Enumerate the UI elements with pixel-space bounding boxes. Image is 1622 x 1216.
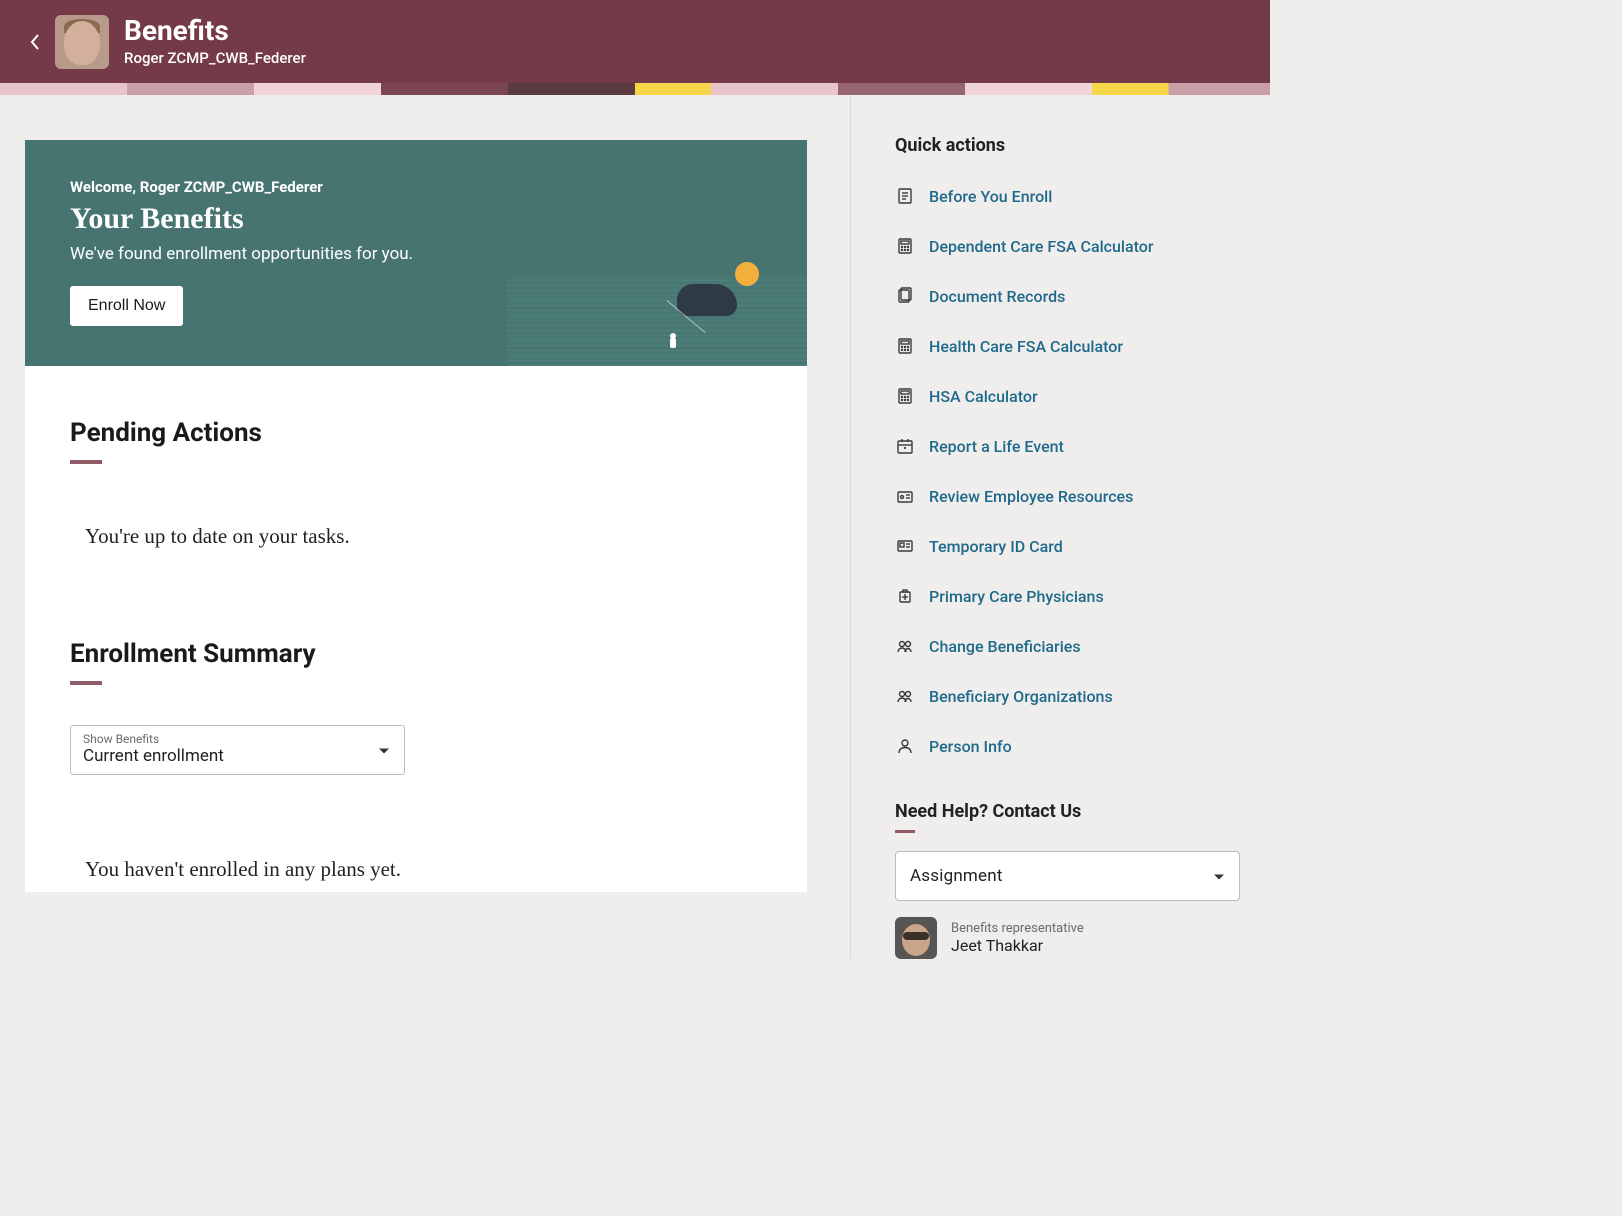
quick-action-item[interactable]: Health Care FSA Calculator [895, 321, 1242, 371]
quick-action-item[interactable]: Review Employee Resources [895, 471, 1242, 521]
show-benefits-label: Show Benefits [83, 732, 392, 746]
page-title: Benefits [124, 16, 306, 47]
show-benefits-select[interactable]: Show Benefits Current enrollment [70, 725, 405, 775]
medical-icon [895, 586, 915, 606]
quick-action-item[interactable]: Change Beneficiaries [895, 621, 1242, 671]
quick-action-item[interactable]: Beneficiary Organizations [895, 671, 1242, 721]
page-gutter [1270, 0, 1622, 1216]
hero-welcome: Welcome, Roger ZCMP_CWB_Federer [70, 178, 807, 196]
quick-action-label: Primary Care Physicians [929, 587, 1104, 606]
user-avatar[interactable] [55, 15, 109, 69]
people-icon [895, 636, 915, 656]
quick-action-item[interactable]: Primary Care Physicians [895, 571, 1242, 621]
hero-panel: Welcome, Roger ZCMP_CWB_Federer Your Ben… [25, 140, 807, 366]
quick-action-item[interactable]: HSA Calculator [895, 371, 1242, 421]
quick-action-label: Change Beneficiaries [929, 637, 1081, 656]
enrollment-summary-title: Enrollment Summary [70, 639, 762, 669]
calculator-icon [895, 236, 915, 256]
quick-action-item[interactable]: Document Records [895, 271, 1242, 321]
show-benefits-value: Current enrollment [83, 746, 392, 766]
rep-name: Jeet Thakkar [951, 936, 1084, 955]
pending-actions-section: Pending Actions You're up to date on you… [25, 366, 807, 609]
help-title: Need Help? Contact Us [895, 801, 1242, 822]
document-icon [895, 186, 915, 206]
pending-actions-title: Pending Actions [70, 418, 762, 448]
person-icon [895, 736, 915, 756]
quick-action-label: Person Info [929, 737, 1012, 756]
quick-action-label: Review Employee Resources [929, 487, 1133, 506]
caret-down-icon [378, 741, 390, 760]
caret-down-icon [1213, 867, 1225, 886]
quick-action-label: Document Records [929, 287, 1065, 306]
decorative-strip [0, 83, 1270, 95]
quick-actions-list: Before You Enroll Dependent Care FSA Calc… [895, 171, 1242, 771]
quick-action-item[interactable]: Report a Life Event [895, 421, 1242, 471]
quick-action-item[interactable]: Before You Enroll [895, 171, 1242, 221]
section-underline [70, 460, 102, 464]
calendar-icon [895, 436, 915, 456]
enrollment-empty-message: You haven't enrolled in any plans yet. [85, 857, 762, 882]
calculator-icon [895, 336, 915, 356]
section-underline [70, 681, 102, 685]
assignment-select-value: Assignment [910, 866, 1003, 886]
resources-icon [895, 486, 915, 506]
quick-action-label: Health Care FSA Calculator [929, 337, 1123, 356]
quick-action-label: Before You Enroll [929, 187, 1052, 206]
quick-action-label: Dependent Care FSA Calculator [929, 237, 1153, 256]
app-header: Benefits Roger ZCMP_CWB_Federer [0, 0, 1270, 83]
assignment-select[interactable]: Assignment [895, 851, 1240, 901]
idcard-icon [895, 536, 915, 556]
pending-actions-message: You're up to date on your tasks. [85, 524, 762, 549]
hero-title: Your Benefits [70, 202, 807, 236]
hero-illustration [507, 256, 807, 366]
quick-action-item[interactable]: Dependent Care FSA Calculator [895, 221, 1242, 271]
enroll-now-button[interactable]: Enroll Now [70, 286, 183, 326]
enrollment-summary-section: Enrollment Summary Show Benefits Current… [25, 609, 807, 892]
page-subtitle: Roger ZCMP_CWB_Federer [124, 49, 306, 67]
section-underline [895, 830, 915, 833]
records-icon [895, 286, 915, 306]
back-button[interactable] [25, 32, 45, 52]
quick-action-item[interactable]: Person Info [895, 721, 1242, 771]
quick-action-label: Temporary ID Card [929, 537, 1063, 556]
quick-action-label: HSA Calculator [929, 387, 1038, 406]
calculator-icon [895, 386, 915, 406]
benefits-rep-row[interactable]: Benefits representative Jeet Thakkar [895, 917, 1242, 959]
quick-action-item[interactable]: Temporary ID Card [895, 521, 1242, 571]
people-icon [895, 686, 915, 706]
rep-avatar [895, 917, 937, 959]
quick-action-label: Beneficiary Organizations [929, 687, 1113, 706]
quick-actions-title: Quick actions [895, 135, 1242, 156]
chevron-left-icon [28, 32, 42, 52]
quick-action-label: Report a Life Event [929, 437, 1064, 456]
rep-role: Benefits representative [951, 921, 1084, 936]
